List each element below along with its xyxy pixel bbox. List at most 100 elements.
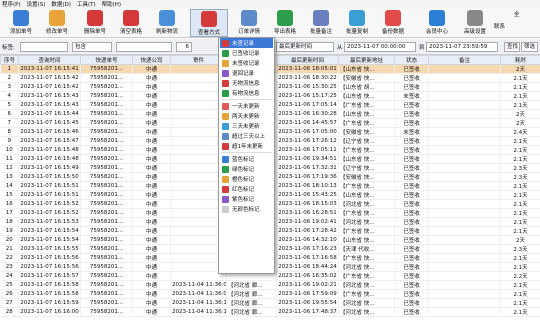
column-header[interactable]: 序号 <box>0 55 19 65</box>
menubar-item[interactable]: 帮助(H) <box>102 0 121 8</box>
table-cell: 2023-11-04 11:36:05 <box>170 289 227 299</box>
menubar-item[interactable]: 数据(D) <box>51 0 71 8</box>
toolbar-button-11[interactable]: 会员中心 <box>418 9 456 37</box>
table-cell: 2.3天 <box>500 163 540 173</box>
contain-select[interactable]: 包含 <box>72 42 112 52</box>
table-cell: 【河北省 廊... <box>226 298 277 308</box>
table-cell: 中通 <box>132 118 171 128</box>
menu-item[interactable]: 红色标记 <box>220 184 273 194</box>
menu-item-icon <box>222 175 229 183</box>
table-cell: 中通 <box>132 190 171 200</box>
toolbar-button-3[interactable]: 清空表格 <box>112 9 150 37</box>
search-input[interactable] <box>116 42 172 52</box>
table-cell: 【广东省 快... <box>338 100 395 110</box>
time-field-select[interactable]: 最后更新时间 <box>276 42 334 52</box>
menu-item[interactable]: 超1年未更新 <box>220 141 273 151</box>
toolbar-button-5[interactable]: 查看方式 <box>190 9 228 37</box>
table-cell: 2.1天 <box>500 145 540 155</box>
column-header[interactable]: 状态 <box>394 55 429 65</box>
table-cell: 中通 <box>132 271 171 281</box>
table-row[interactable]: 27 2023-11-07 16:15:59 75958201... 中通 2023-1… <box>0 298 540 308</box>
table-cell: 2023-11-06 18:15:03 <box>276 199 339 209</box>
toolbar-button-8[interactable]: 批量备注 <box>302 9 340 37</box>
toolbar-button-10[interactable]: 备份数据 <box>374 9 412 37</box>
table-cell: 2023-11-06 16:35:02 <box>276 271 339 281</box>
table-cell: 【辽宁省 快... <box>338 136 395 146</box>
tag-input[interactable] <box>20 42 68 52</box>
column-header[interactable]: 最后更新时间 <box>276 55 339 65</box>
toolbar-icon <box>349 10 365 26</box>
date-to-input[interactable]: 2023-11-07 23:59:59 <box>426 42 498 52</box>
table-cell: 2.1天 <box>500 136 540 146</box>
menu-item[interactable]: 三天未更新 <box>220 121 273 131</box>
table-cell: 已签收 <box>394 253 429 263</box>
table-cell: 75958201... <box>80 262 133 272</box>
toolbar-button-9[interactable]: 批量复制 <box>338 9 376 37</box>
menu-item[interactable]: 橙色标记 <box>220 174 273 184</box>
menu-item[interactable]: 未查记录 <box>220 38 273 48</box>
toolbar-button-4[interactable]: 刷新物流 <box>148 9 186 37</box>
table-cell: 75958201... <box>80 217 133 227</box>
column-header[interactable]: 耗时 <box>500 55 540 65</box>
table-row[interactable]: 25 2023-11-07 16:15:58 75958201... 中通 2023-1… <box>0 280 540 290</box>
menu-item[interactable]: 未签收记录 <box>220 58 273 68</box>
table-cell: 已签收 <box>394 226 429 236</box>
page-num[interactable]: 6 <box>176 42 192 52</box>
table-cell: 19 <box>0 226 19 236</box>
column-header[interactable]: 最后更新地址 <box>338 55 395 65</box>
toolbar-button-1[interactable]: 修改单号 <box>38 9 76 37</box>
table-cell: 【河北省 廊... <box>226 307 277 317</box>
date-from-input[interactable]: 2023-11-07 00:00:00 <box>344 42 416 52</box>
column-header[interactable]: 快递公司 <box>132 55 171 65</box>
toolbar-button-12[interactable]: 高级设置 <box>456 9 494 37</box>
menu-item-icon <box>222 79 229 87</box>
table-cell <box>428 280 501 290</box>
menu-item[interactable]: 已签收记录 <box>220 48 273 58</box>
menu-item[interactable]: 紫色标记 <box>220 194 273 204</box>
table-cell <box>428 289 501 299</box>
toolbar-extra-contact[interactable]: 联系 <box>494 22 505 30</box>
table-row[interactable]: 28 2023-11-07 16:16:00 75958201... 中通 2023-1… <box>0 307 540 317</box>
table-cell: 已签收 <box>394 271 429 281</box>
column-header[interactable]: 备注 <box>428 55 501 65</box>
table-row[interactable]: 26 2023-11-07 16:15:58 75958201... 中通 2023-1… <box>0 289 540 299</box>
menu-separator <box>221 151 272 153</box>
menubar-item[interactable]: 设置(S) <box>27 0 46 8</box>
table-cell: 【广东省 快... <box>338 226 395 236</box>
menu-item[interactable]: 无颜色标记 <box>220 204 273 214</box>
menu-item[interactable]: 蓝色标记 <box>220 154 273 164</box>
menu-item[interactable]: 超过三天以上 <box>220 131 273 141</box>
table-cell: 【广东省 快... <box>338 208 395 218</box>
table-cell: 18 <box>0 217 19 227</box>
table-cell <box>428 100 501 110</box>
menu-item[interactable]: 退回记录 <box>220 68 273 78</box>
search-button[interactable]: 查找 <box>504 42 520 52</box>
table-cell: 【河北省 快... <box>338 217 395 227</box>
menu-item[interactable]: 绿色标记 <box>220 164 273 174</box>
table-cell: 2023-11-04 11:36:16 <box>170 307 227 317</box>
column-header[interactable]: 查询时间 <box>18 55 81 65</box>
table-cell: 已签收 <box>394 181 429 191</box>
menu-item[interactable]: 一天未更新 <box>220 101 273 111</box>
toolbar-button-6[interactable]: 订单详情 <box>230 9 268 37</box>
filter-button[interactable]: 筛选 <box>521 42 538 52</box>
menu-item[interactable]: 无物流信息 <box>220 78 273 88</box>
table-cell: 2.1天 <box>500 73 540 83</box>
table-cell: 中通 <box>132 154 171 164</box>
column-header[interactable]: 快递单号 <box>80 55 133 65</box>
table-cell: 2023-11-07 16:15:46 <box>18 127 81 137</box>
menu-item-icon <box>222 39 229 47</box>
toolbar-button-0[interactable]: 添加单号 <box>2 9 40 37</box>
menubar-item[interactable]: 程序(P) <box>2 0 21 8</box>
toolbar-button-2[interactable]: 删除单号 <box>76 9 114 37</box>
menu-item[interactable]: 两天未更新 <box>220 111 273 121</box>
toolbar-label: 修改单号 <box>45 29 68 35</box>
table-cell <box>428 262 501 272</box>
table-cell: 已签收 <box>394 172 429 182</box>
menu-item[interactable]: 有物流信息 <box>220 88 273 98</box>
toolbar-extra-full[interactable]: 全 <box>514 10 520 18</box>
toolbar-button-7[interactable]: 导出表格 <box>266 9 304 37</box>
toolbar-label: 高级设置 <box>463 29 486 35</box>
table-cell <box>428 253 501 263</box>
menubar-item[interactable]: 工具(T) <box>77 0 96 8</box>
